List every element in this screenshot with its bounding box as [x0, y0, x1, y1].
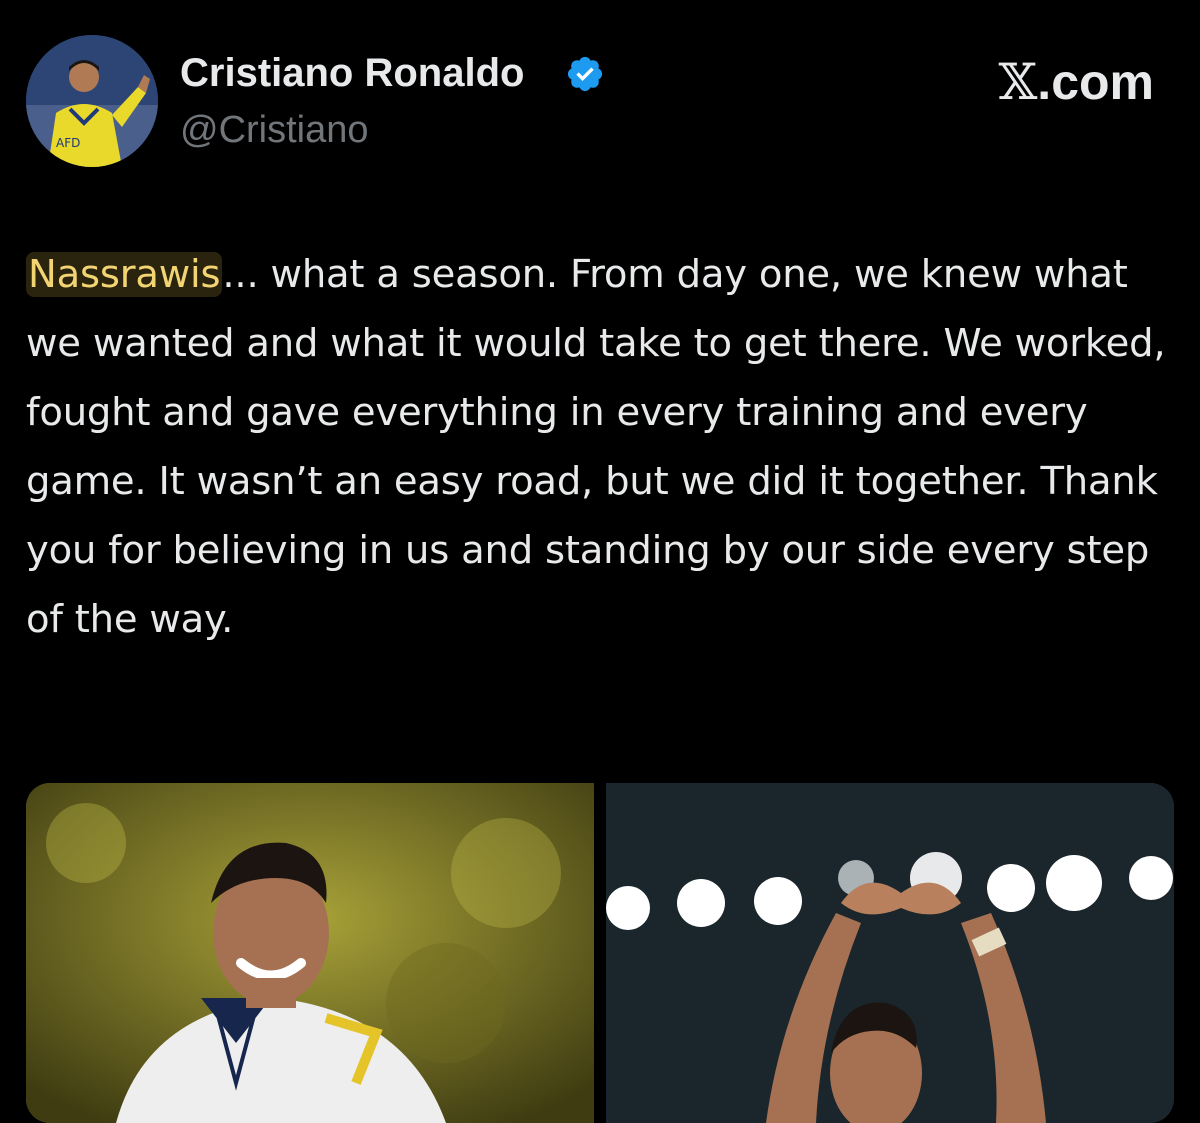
brand-watermark: 𝕏.com: [999, 52, 1155, 112]
media-photo-2[interactable]: [606, 783, 1174, 1123]
tweet-body: ... what a season. From day one, we knew…: [26, 252, 1166, 642]
photo-1-image: [26, 783, 594, 1123]
svg-text:AFD: AFD: [56, 136, 80, 150]
handle[interactable]: @Cristiano: [180, 106, 369, 154]
media-grid: [26, 783, 1174, 1123]
verified-badge-icon: [567, 56, 603, 92]
media-photo-1[interactable]: [26, 783, 594, 1123]
tweet-text: Nassrawis... what a season. From day one…: [26, 240, 1166, 654]
x-logo-icon: 𝕏: [998, 53, 1038, 111]
display-name[interactable]: Cristiano Ronaldo: [180, 48, 524, 98]
highlighted-word[interactable]: Nassrawis: [26, 252, 223, 297]
photo-2-image: [606, 783, 1174, 1123]
avatar[interactable]: AFD: [26, 35, 158, 167]
avatar-image: AFD: [26, 35, 158, 167]
brand-suffix: .com: [1037, 54, 1154, 110]
